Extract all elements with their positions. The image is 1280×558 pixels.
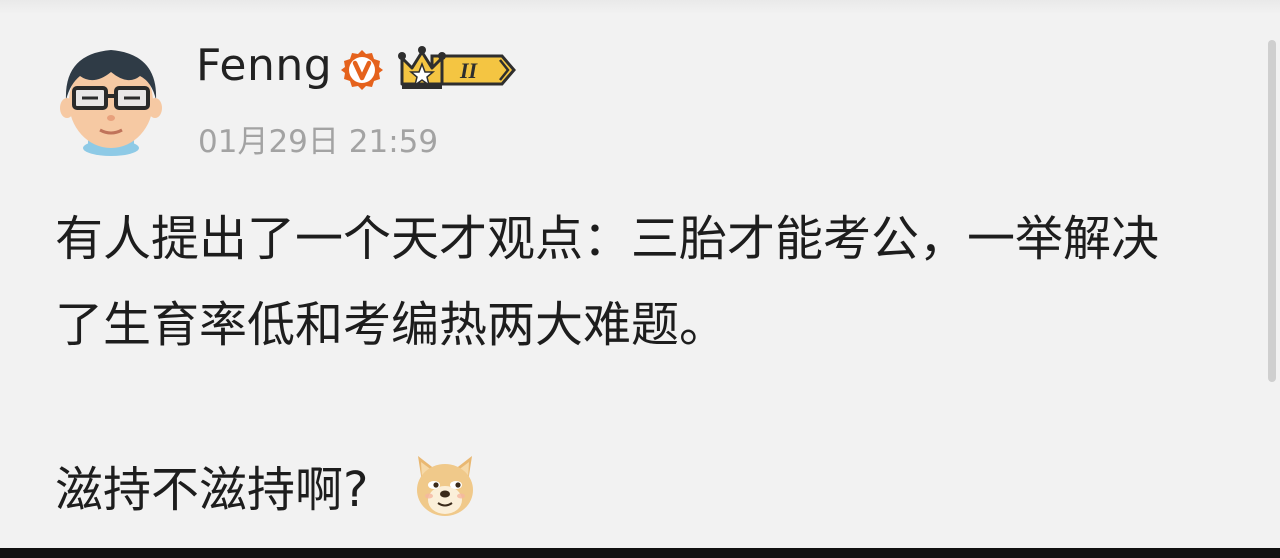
post-timestamp: 01月29日 21:59: [198, 124, 439, 160]
author-name[interactable]: Fenng: [196, 40, 332, 91]
post-body: 有人提出了一个天才观点：三胎才能考公，一举解决 了生育率低和考编热两大难题。: [55, 196, 1245, 368]
badge-level-text: II: [459, 58, 479, 83]
post-question-text: 滋持不滋持啊?: [55, 462, 369, 518]
post-text-line: 有人提出了一个天才观点：三胎才能考公，一举解决: [55, 211, 1160, 267]
crown-member-badge-icon[interactable]: II: [398, 44, 518, 92]
top-strip: [0, 0, 1280, 14]
scrollbar[interactable]: [1268, 40, 1276, 382]
doge-emoji-icon: [417, 456, 474, 516]
bottom-edge: [0, 548, 1280, 558]
weibo-post-screen: Fenng II 01月29日 21:59 有人提出了一个天才观点：三胎才能考公…: [0, 0, 1280, 558]
avatar[interactable]: [58, 42, 164, 156]
post-question-line: 滋持不滋持啊?: [55, 450, 478, 520]
post-text-line: 了生育率低和考编热两大难题。: [55, 297, 728, 353]
verified-v-icon: [341, 50, 383, 90]
